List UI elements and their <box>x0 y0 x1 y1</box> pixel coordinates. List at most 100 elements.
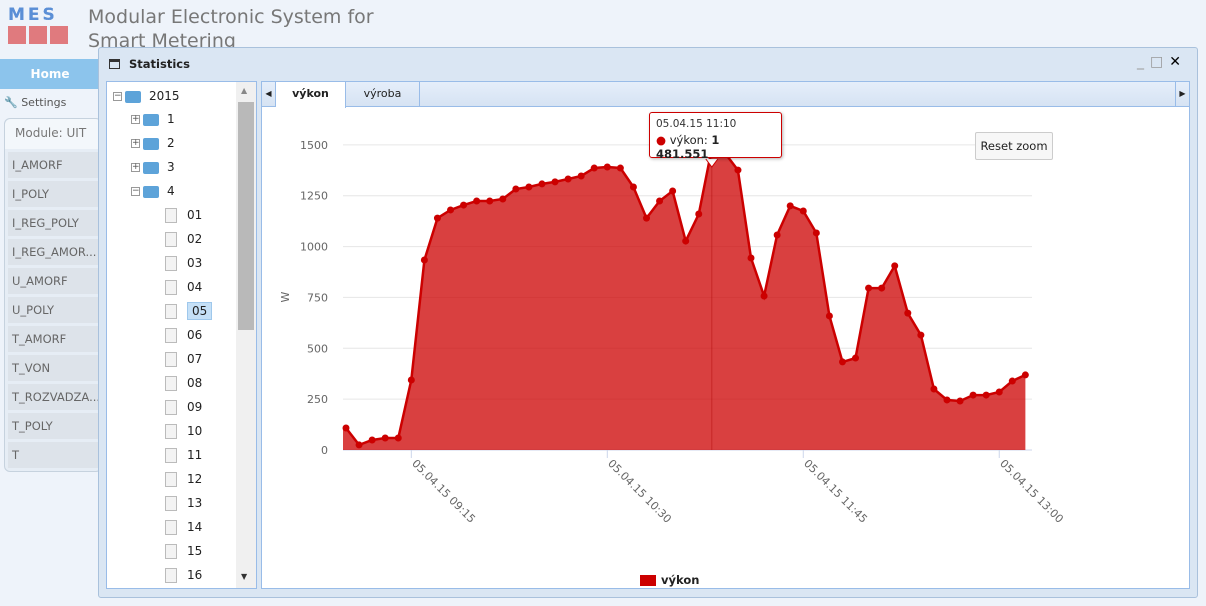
data-point <box>852 354 860 362</box>
logo-text: MES <box>8 7 68 24</box>
expand-icon[interactable]: + <box>131 139 140 148</box>
data-point <box>420 256 428 264</box>
file-icon <box>165 424 177 439</box>
module-item[interactable]: U_AMORF <box>8 268 101 294</box>
minimize-button[interactable]: _ <box>1137 54 1150 70</box>
tree-node-month[interactable]: +2 <box>131 131 175 155</box>
tree-node-day[interactable]: 09 <box>165 395 202 419</box>
data-point <box>355 441 363 449</box>
folder-icon <box>143 161 159 174</box>
tree-label: 02 <box>187 232 203 246</box>
scroll-up-icon[interactable]: ▲ <box>241 86 247 95</box>
scrollbar-thumb[interactable] <box>238 102 254 330</box>
tree-label: 2 <box>167 136 175 150</box>
data-point <box>1021 371 1029 379</box>
tree-node-day[interactable]: 05 <box>165 299 213 323</box>
tree-label: 05 <box>187 302 213 320</box>
tree-label: 13 <box>187 496 203 510</box>
module-item[interactable]: I_REG_POLY <box>8 210 101 236</box>
legend-item-vykon[interactable]: výkon <box>640 573 699 587</box>
data-point <box>460 201 468 209</box>
expand-icon[interactable]: + <box>131 115 140 124</box>
file-icon <box>165 400 177 415</box>
close-button[interactable]: ✕ <box>1169 54 1187 70</box>
tree-node-day[interactable]: 03 <box>165 251 202 275</box>
module-item[interactable]: T_POLY <box>8 413 101 439</box>
window-icon <box>109 59 120 69</box>
file-icon <box>165 352 177 367</box>
tree-node-month[interactable]: +1 <box>131 107 175 131</box>
chart-panel: ◀ výkon výroba ▶ 02505007501000125015001… <box>261 81 1190 589</box>
tab-scroll-left-icon[interactable]: ◀ <box>262 82 276 107</box>
tree-node-day[interactable]: 06 <box>165 323 202 347</box>
tree-node-day[interactable]: 04 <box>165 275 202 299</box>
tree-node-day[interactable]: 01 <box>165 203 202 227</box>
data-point <box>473 197 481 205</box>
module-item[interactable]: U_POLY <box>8 297 101 323</box>
tree-node-day[interactable]: 12 <box>165 467 202 491</box>
collapse-icon[interactable]: − <box>113 92 122 101</box>
tree-node-day[interactable]: 07 <box>165 347 202 371</box>
tree-node-year[interactable]: − 2015 <box>113 84 180 108</box>
nav-settings[interactable]: 🔧 Settings <box>4 92 66 114</box>
scroll-down-icon[interactable]: ▼ <box>241 572 247 581</box>
data-point <box>760 292 768 300</box>
data-point <box>603 163 611 171</box>
tree-node-day[interactable]: 10 <box>165 419 202 443</box>
tree-label: 03 <box>187 256 203 270</box>
tree-label: 10 <box>187 424 203 438</box>
tab-vyroba[interactable]: výroba <box>346 82 420 107</box>
tree-label: 07 <box>187 352 203 366</box>
tree-node-day[interactable]: 11 <box>165 443 202 467</box>
module-item[interactable]: I_REG_AMOR... <box>8 239 101 265</box>
tree-node-day[interactable]: 14 <box>165 515 202 539</box>
tree-label: 01 <box>187 208 203 222</box>
tree-node-day[interactable]: 08 <box>165 371 202 395</box>
nav-home[interactable]: Home <box>0 59 100 89</box>
tab-scroll-right-icon[interactable]: ▶ <box>1175 82 1189 107</box>
tree-label: 09 <box>187 400 203 414</box>
reset-zoom-button[interactable]: Reset zoom <box>975 132 1053 160</box>
data-point <box>342 424 350 432</box>
y-tick-label: 250 <box>307 393 328 406</box>
folder-open-icon <box>125 90 141 103</box>
module-item[interactable]: T_VON <box>8 355 101 381</box>
tree-node-day[interactable]: 15 <box>165 539 202 563</box>
series-area <box>343 148 1026 450</box>
maximize-button[interactable]: □ <box>1150 54 1169 70</box>
module-item[interactable]: T_AMORF <box>8 326 101 352</box>
tree-label: 12 <box>187 472 203 486</box>
data-point <box>682 237 690 245</box>
data-point <box>917 331 925 339</box>
tree-node-day[interactable]: 02 <box>165 227 202 251</box>
y-tick-label: 1000 <box>300 241 328 254</box>
data-point <box>956 397 964 405</box>
file-icon <box>165 544 177 559</box>
data-point <box>394 434 402 442</box>
data-point <box>773 231 781 239</box>
tree-node-day[interactable]: 13 <box>165 491 202 515</box>
date-tree: −2015 +1 +2 +3−4 01 02 03 04 05 06 07 08 09 10 11 12 13 1… <box>106 81 257 589</box>
tree-label: 11 <box>187 448 203 462</box>
legend-swatch <box>640 575 656 586</box>
tree-node-month[interactable]: −4 <box>131 179 175 203</box>
data-point <box>982 391 990 399</box>
tab-vykon[interactable]: výkon <box>276 82 346 108</box>
file-icon <box>165 256 177 271</box>
tree-node-month[interactable]: +3 <box>131 155 175 179</box>
module-item[interactable]: I_AMORF <box>8 152 101 178</box>
tree-scrollbar[interactable]: ▲ ▼ <box>236 82 256 588</box>
file-icon <box>165 568 177 583</box>
module-item[interactable]: T_ROZVADZA... <box>8 384 101 410</box>
tree-node-day[interactable]: 16 <box>165 563 202 587</box>
expand-icon[interactable]: + <box>131 163 140 172</box>
data-point <box>564 175 572 183</box>
file-icon <box>165 208 177 223</box>
data-point <box>799 207 807 215</box>
data-point <box>747 254 755 262</box>
module-item[interactable]: I_POLY <box>8 181 101 207</box>
power-chart[interactable]: 02505007501000125015001750W05.04.15 09:1… <box>262 107 1189 588</box>
collapse-icon[interactable]: − <box>131 187 140 196</box>
data-point <box>577 172 585 180</box>
module-item[interactable]: T <box>8 442 101 468</box>
